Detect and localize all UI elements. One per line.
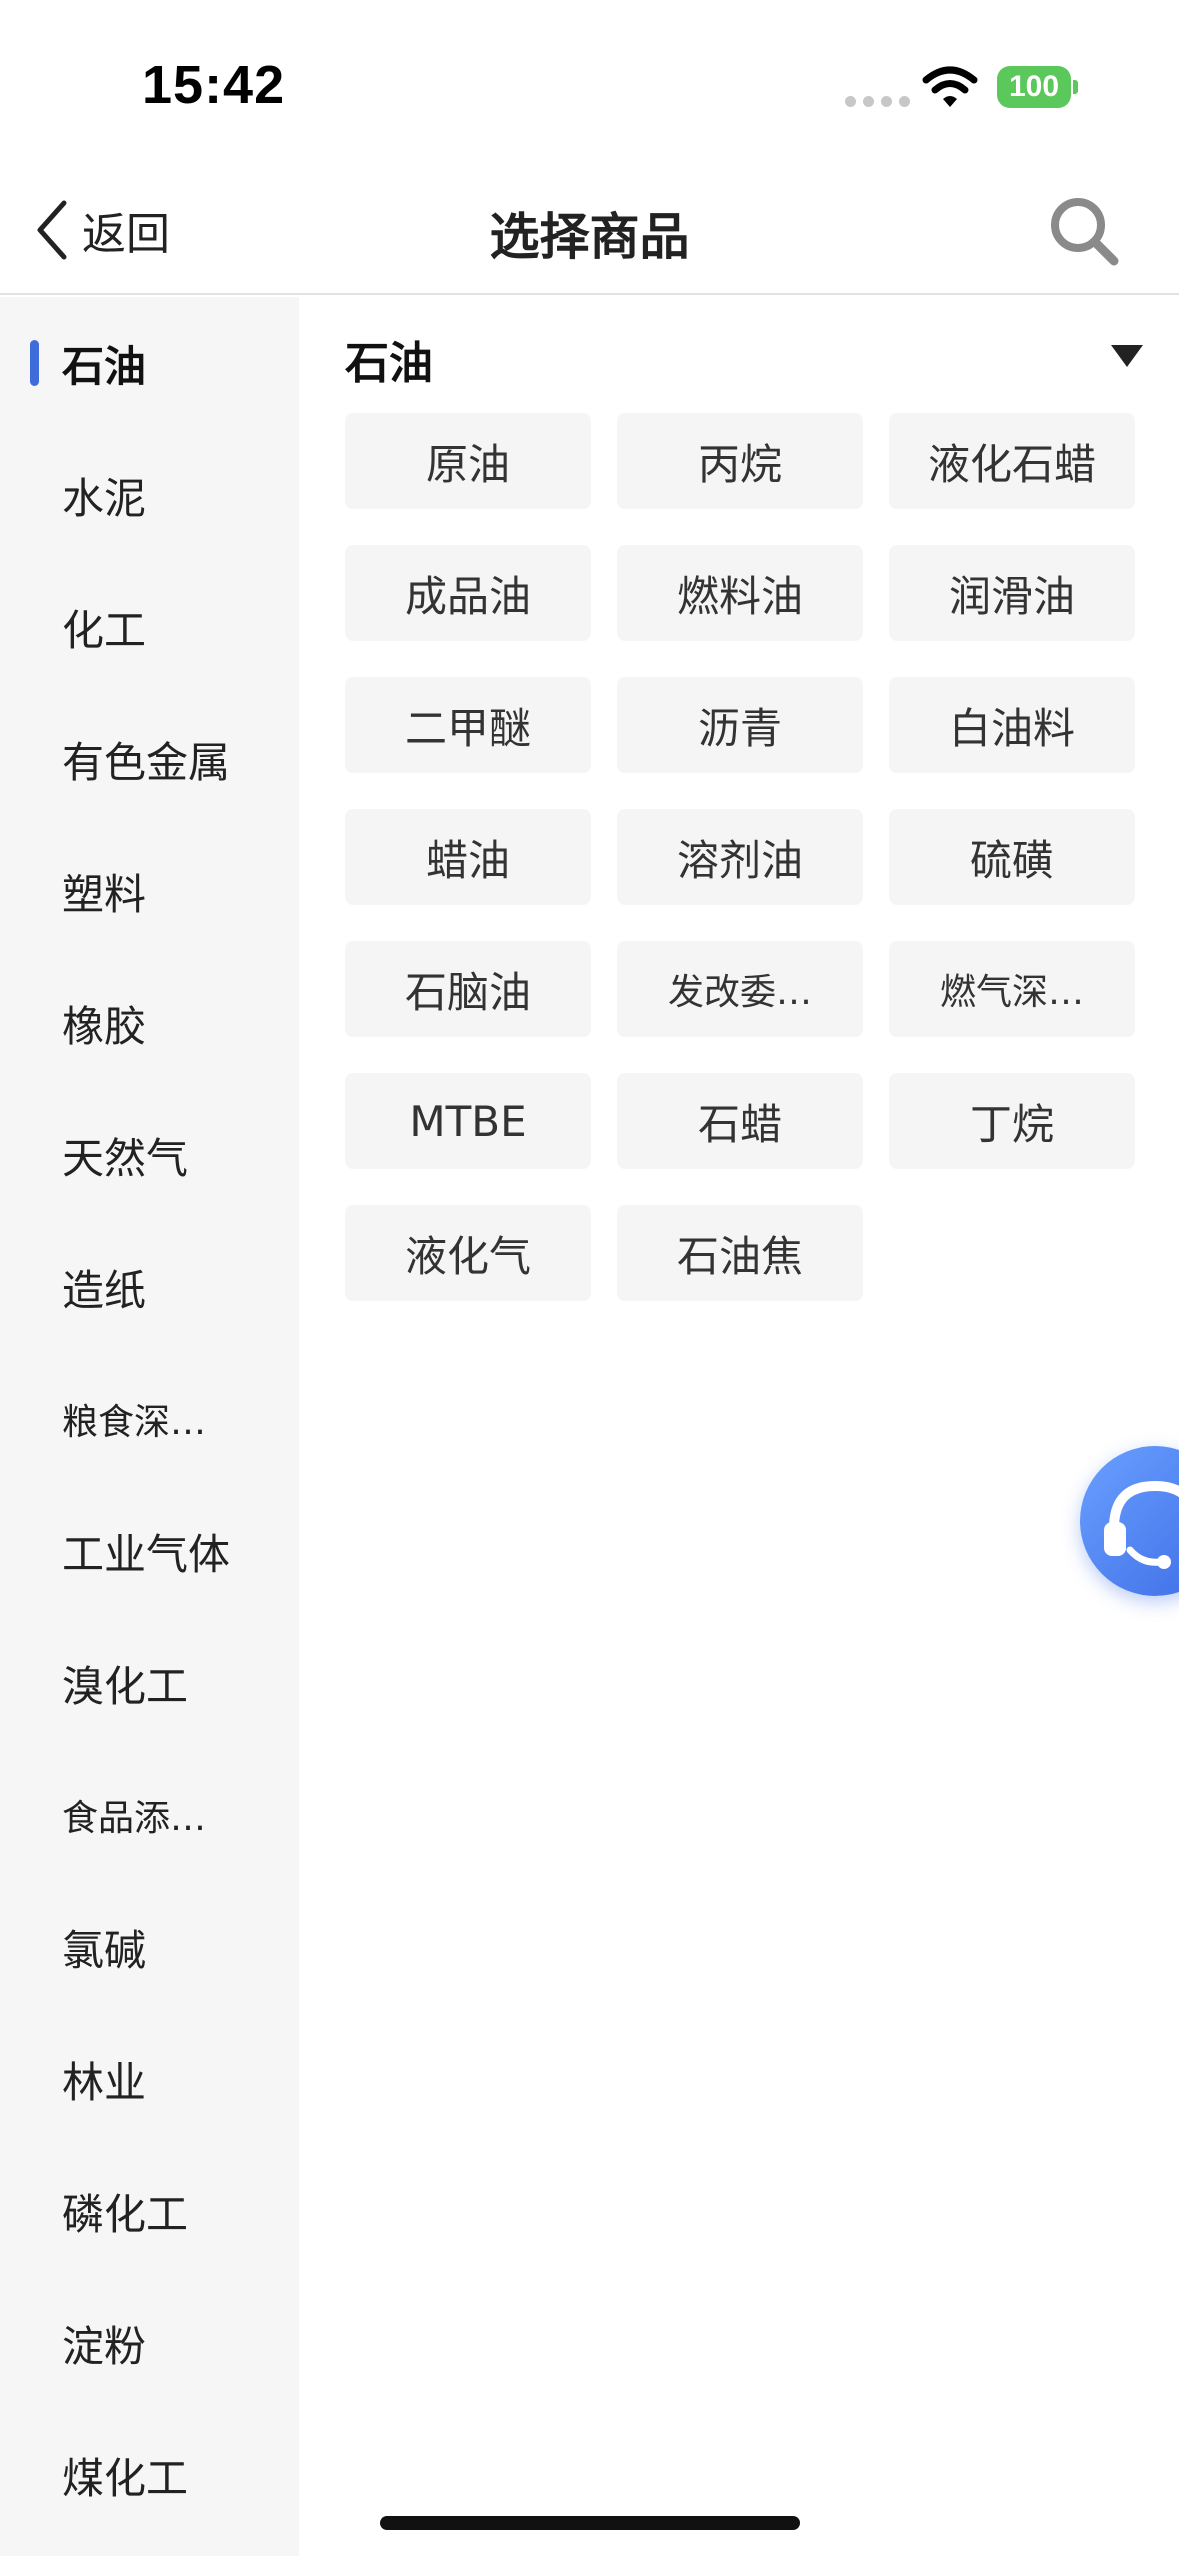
product-chip[interactable]: 液化石蜡 (889, 413, 1135, 509)
battery-level: 100 (997, 66, 1071, 108)
sidebar-item-label: 造纸 (62, 1265, 147, 1315)
product-chip[interactable]: 白油料 (889, 677, 1135, 773)
category-sidebar: 石油水泥化工有色金属塑料橡胶天然气造纸粮食深… 工业气体溴化工食品添… 氯碱林业磷化… (0, 297, 299, 2556)
product-chip[interactable]: MTBE (345, 1073, 591, 1169)
sidebar-item[interactable]: 林业 (0, 2013, 299, 2145)
page-title: 选择商品 (489, 208, 690, 266)
chevron-left-icon (37, 200, 67, 260)
sidebar-item-label: 煤化工 (62, 2453, 189, 2503)
product-chip[interactable]: 发改委… (617, 941, 863, 1037)
battery-icon: 100 (997, 66, 1078, 108)
sidebar-item[interactable]: 天然气 (0, 1089, 299, 1221)
sidebar-item-label: 氯碱 (62, 1925, 147, 1975)
product-panel: 石油 原油 丙烷 液化石蜡成品油 燃料油 润滑油二甲醚 沥青 白油料蜡油 溶剂油 硫磺石脑油 发改… (299, 297, 1179, 2556)
sidebar-item[interactable]: 磷化工 (0, 2145, 299, 2277)
product-chip[interactable]: 石蜡 (617, 1073, 863, 1169)
navigation-bar: 返回 选择商品 (0, 165, 1179, 295)
screen: 15:42 100 返回 选择商品 石油水泥化工有色金属塑料橡胶天然气造纸粮食深… (0, 0, 1179, 2556)
sidebar-item-label: 工业气体 (62, 1529, 231, 1579)
sidebar-item-label: 林业 (62, 2057, 147, 2107)
search-icon[interactable] (1046, 193, 1122, 269)
sidebar-item[interactable]: 氯碱 (0, 1881, 299, 2013)
sidebar-item-label: 淀粉 (62, 2321, 147, 2371)
sidebar-item[interactable]: 工业气体 (0, 1485, 299, 1617)
sidebar-item-label: 溴化工 (62, 1661, 189, 1711)
sidebar-item-label: 有色金属 (62, 737, 231, 787)
status-bar: 15:42 100 (0, 0, 1179, 165)
product-chip[interactable]: 润滑油 (889, 545, 1135, 641)
product-chip[interactable]: 液化气 (345, 1205, 591, 1301)
wifi-icon (922, 66, 978, 107)
status-time: 15:42 (142, 55, 286, 115)
product-chip[interactable]: 丙烷 (617, 413, 863, 509)
sidebar-item[interactable]: 有色金属 (0, 693, 299, 825)
sidebar-item-label: 橡胶 (62, 1001, 147, 1051)
product-chip[interactable]: 丁烷 (889, 1073, 1135, 1169)
sidebar-item[interactable]: 石油 (0, 297, 299, 429)
back-button[interactable]: 返回 (30, 195, 170, 265)
sidebar-item-label: 塑料 (62, 869, 147, 919)
product-chip[interactable]: 沥青 (617, 677, 863, 773)
triangle-down-icon[interactable] (1109, 341, 1145, 369)
product-chip[interactable]: 二甲醚 (345, 677, 591, 773)
product-chip[interactable]: 燃气深… (889, 941, 1135, 1037)
sidebar-item[interactable]: 塑料 (0, 825, 299, 957)
home-indicator (380, 2516, 800, 2530)
sidebar-item[interactable]: 食品添… (0, 1749, 299, 1881)
product-chip[interactable]: 石油焦 (617, 1205, 863, 1301)
product-chip[interactable]: 燃料油 (617, 545, 863, 641)
sidebar-item-label: 化工 (62, 605, 147, 655)
sidebar-item-label: 磷化工 (62, 2189, 189, 2239)
sidebar-item[interactable]: 煤化工 (0, 2409, 299, 2541)
sidebar-item-label: 粮食深… (62, 1402, 207, 1443)
sidebar-item[interactable]: 粮食深… (0, 1353, 299, 1485)
sidebar-item[interactable]: 溴化工 (0, 1617, 299, 1749)
cellular-signal-icon (845, 96, 910, 107)
back-label: 返回 (82, 209, 170, 260)
sidebar-item[interactable]: 化工 (0, 561, 299, 693)
sidebar-item-label: 水泥 (62, 473, 147, 523)
product-chip[interactable]: 蜡油 (345, 809, 591, 905)
sidebar-item-label: 石油 (62, 341, 147, 391)
section-title: 石油 (345, 338, 433, 389)
product-chip[interactable]: 成品油 (345, 545, 591, 641)
product-chip[interactable]: 硫磺 (889, 809, 1135, 905)
sidebar-item-label: 食品添… (62, 1798, 207, 1839)
product-chip[interactable]: 溶剂油 (617, 809, 863, 905)
sidebar-item[interactable]: 淀粉 (0, 2277, 299, 2409)
product-chip[interactable]: 石脑油 (345, 941, 591, 1037)
section-header[interactable]: 石油 (345, 327, 1145, 389)
sidebar-item-label: 天然气 (62, 1133, 189, 1183)
sidebar-item[interactable]: 橡胶 (0, 957, 299, 1089)
product-chip[interactable]: 原油 (345, 413, 591, 509)
active-indicator (30, 340, 39, 386)
sidebar-item[interactable]: 造纸 (0, 1221, 299, 1353)
sidebar-item[interactable]: 水泥 (0, 429, 299, 561)
